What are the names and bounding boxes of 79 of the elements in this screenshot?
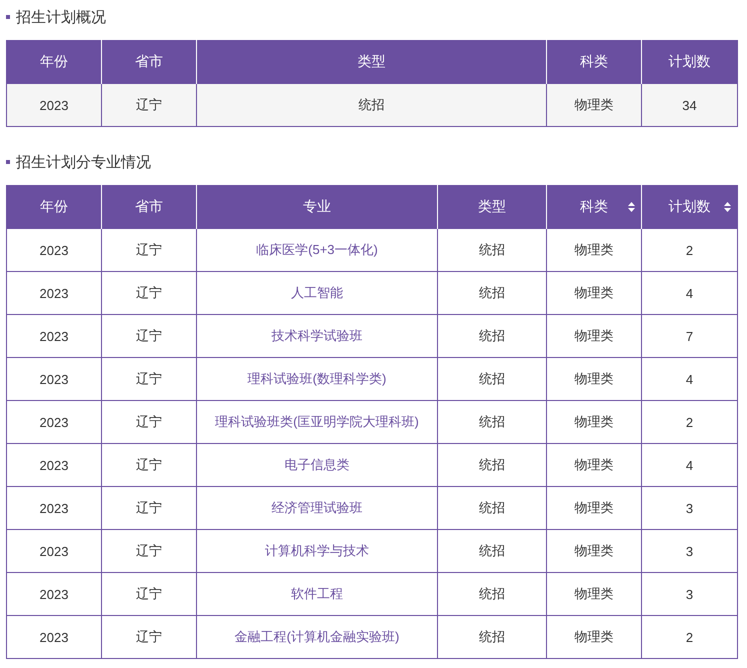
table-cell: 2023 [6,486,102,530]
table-cell: 统招 [438,486,546,530]
table-cell: 2023 [6,84,102,126]
table-cell: 辽宁 [102,228,196,272]
table-cell: 统招 [438,572,546,616]
column-header: 科类 [546,40,642,84]
table-cell: 辽宁 [102,272,196,314]
table-cell: 辽宁 [102,572,196,616]
bullet-icon [6,160,10,164]
major-link[interactable]: 软件工程 [291,586,343,601]
table-cell: 统招 [438,530,546,572]
table-cell: 物理类 [546,84,642,126]
table-cell: 辽宁 [102,358,196,400]
table-cell: 4 [642,444,738,486]
table-cell: 2023 [6,444,102,486]
major-link[interactable]: 临床医学(5+3一体化) [256,242,378,257]
column-header[interactable]: 计划数 [642,185,738,228]
column-header: 计划数 [642,40,738,84]
major-link[interactable]: 人工智能 [291,285,343,300]
table-cell: 统招 [438,228,546,272]
column-header: 专业 [196,185,438,228]
table-cell: 3 [642,486,738,530]
table-cell: 2023 [6,572,102,616]
table-cell: 辽宁 [102,616,196,658]
major-link[interactable]: 电子信息类 [284,457,350,472]
table-cell: 7 [642,314,738,358]
table-cell: 2023 [6,530,102,572]
table-cell: 物理类 [546,572,642,616]
section-title: 招生计划概况 [16,8,106,26]
table-cell: 统招 [438,616,546,658]
table-cell: 4 [642,272,738,314]
table-cell: 辽宁 [102,444,196,486]
sort-icon[interactable] [724,202,731,212]
table-cell: 2023 [6,616,102,658]
column-header: 省市 [102,40,196,84]
table-cell: 辽宁 [102,530,196,572]
table-cell: 统招 [196,84,546,126]
table-cell: 物理类 [546,358,642,400]
table-cell: 物理类 [546,444,642,486]
section-title: 招生计划分专业情况 [16,152,151,172]
table-cell: 物理类 [546,616,642,658]
table-cell: 物理类 [546,486,642,530]
table-cell: 物理类 [546,530,642,572]
column-header: 类型 [196,40,546,84]
table-cell: 2 [642,228,738,272]
table-cell: 3 [642,530,738,572]
table-cell: 物理类 [546,400,642,444]
column-header: 年份 [6,40,102,84]
sort-icon[interactable] [628,202,635,212]
table-cell: 2023 [6,272,102,314]
table-cell: 3 [642,572,738,616]
table-cell: 辽宁 [102,314,196,358]
table-cell: 辽宁 [102,84,196,126]
table-cell: 2023 [6,314,102,358]
table-cell: 统招 [438,358,546,400]
table-cell: 34 [642,84,738,126]
column-header: 类型 [438,185,546,228]
column-header: 省市 [102,185,196,228]
table-cell: 物理类 [546,272,642,314]
table-cell: 2023 [6,358,102,400]
major-link[interactable]: 经济管理试验班 [272,500,362,515]
table-cell: 4 [642,358,738,400]
table-cell: 辽宁 [102,400,196,444]
table-cell: 统招 [438,400,546,444]
major-link[interactable]: 计算机科学与技术 [265,543,369,558]
table-cell: 统招 [438,272,546,314]
column-header[interactable]: 科类 [546,185,642,228]
table-cell: 统招 [438,444,546,486]
table-cell: 辽宁 [102,486,196,530]
table-cell: 2 [642,616,738,658]
bullet-icon [6,15,10,19]
table-cell: 物理类 [546,314,642,358]
table-cell: 2023 [6,400,102,444]
table-cell: 物理类 [546,228,642,272]
major-link[interactable]: 技术科学试验班 [272,328,362,343]
table-cell: 统招 [438,314,546,358]
table-cell: 2 [642,400,738,444]
column-header: 年份 [6,185,102,228]
table-cell: 2023 [6,228,102,272]
